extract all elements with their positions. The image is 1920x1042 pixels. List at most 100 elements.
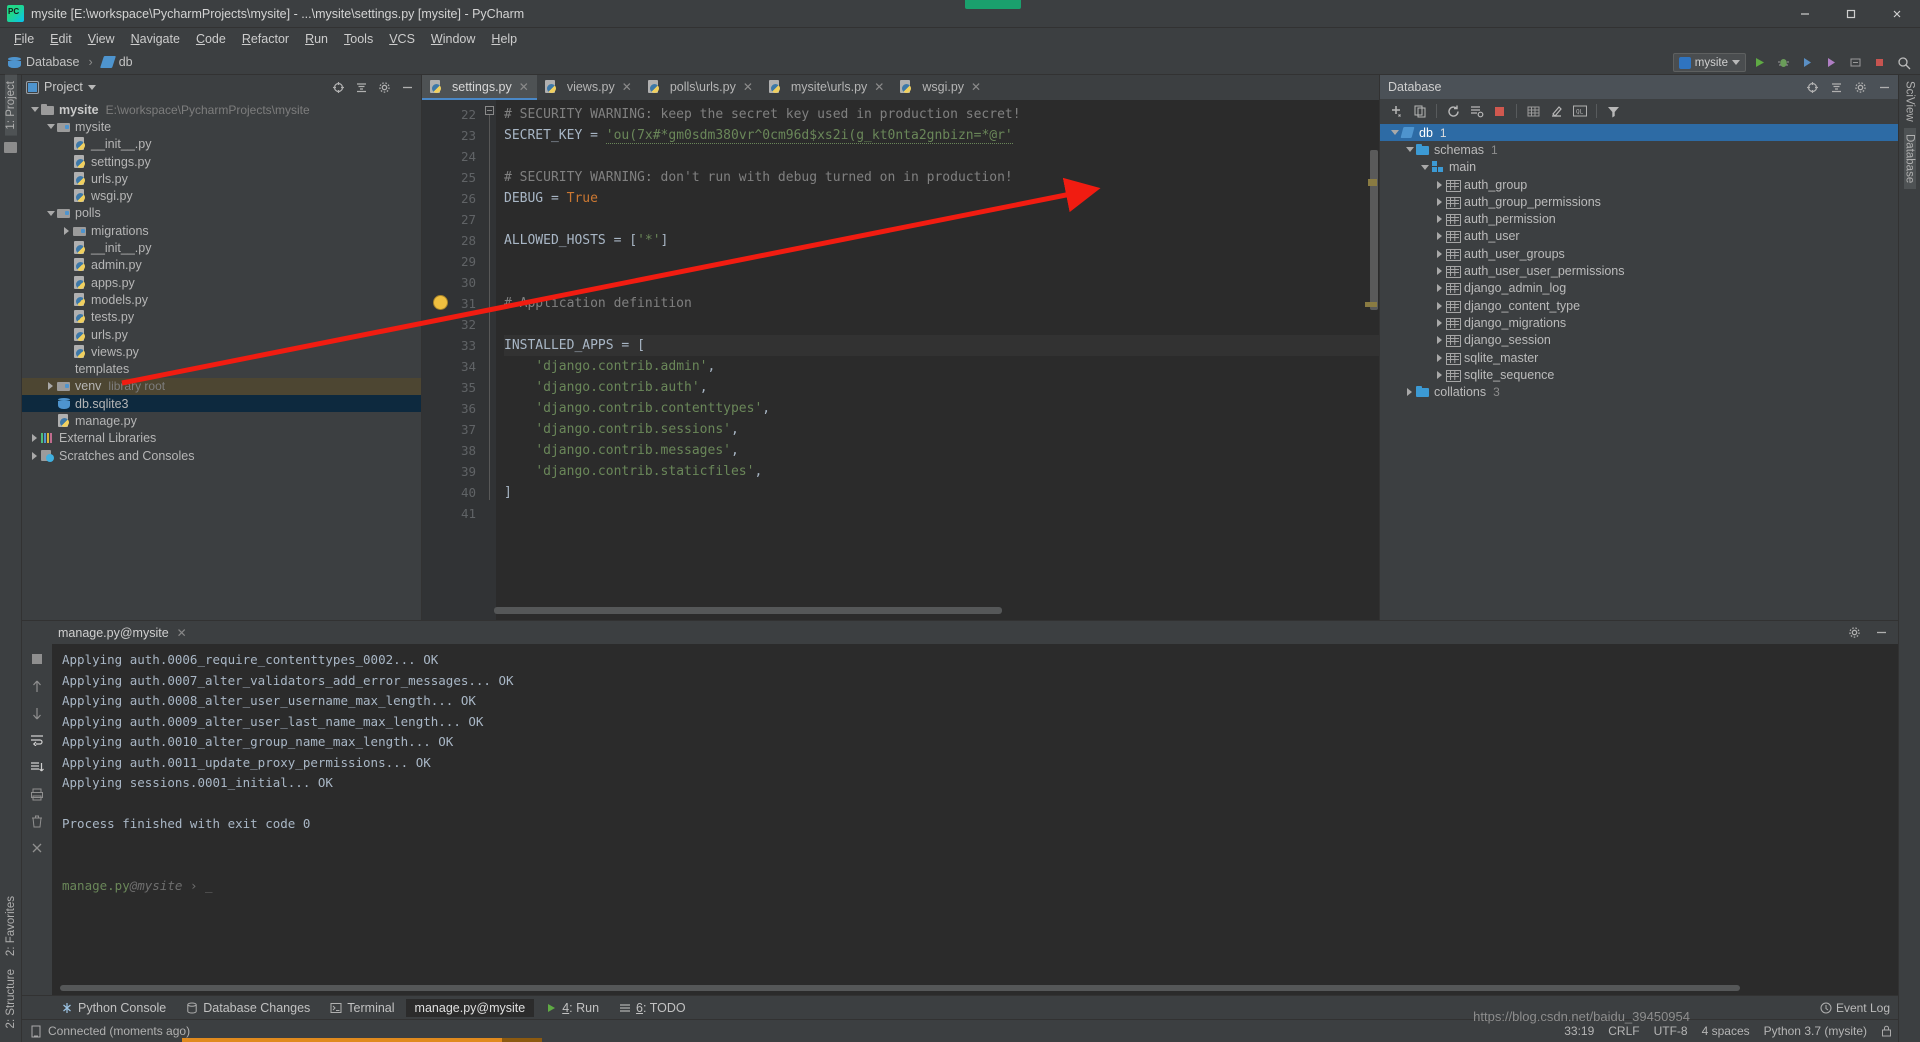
editor-tab[interactable]: views.py ✕ xyxy=(537,75,640,100)
event-log-button[interactable]: Event Log xyxy=(1820,1001,1890,1015)
editor-tab[interactable]: settings.py ✕ xyxy=(422,75,537,100)
chevron-down-icon[interactable] xyxy=(87,84,96,90)
tree-row[interactable]: settings.py xyxy=(22,153,421,170)
db-tree-row[interactable]: auth_group xyxy=(1380,176,1898,193)
coverage-icon[interactable] xyxy=(1797,52,1818,73)
gear-icon[interactable] xyxy=(1850,77,1871,98)
bottom-tab-python-console[interactable]: Python Console xyxy=(52,999,175,1017)
tree-row[interactable]: polls xyxy=(22,205,421,222)
tree-row[interactable]: __init__.py xyxy=(22,239,421,256)
menu-item-refactor[interactable]: Refactor xyxy=(234,30,297,48)
bottom-tab-manage-py-mysite[interactable]: manage.py@mysite xyxy=(405,998,535,1017)
sidebar-item-database[interactable]: Database xyxy=(1903,127,1916,189)
tree-right-arrow-icon[interactable] xyxy=(1433,267,1446,276)
sidebar-item-project[interactable]: 1: Project xyxy=(4,75,17,136)
search-everywhere-icon[interactable] xyxy=(1893,52,1914,73)
code-line[interactable]: ] xyxy=(504,482,1379,503)
tree-row[interactable]: urls.py xyxy=(22,170,421,187)
tree-row[interactable]: urls.py xyxy=(22,326,421,343)
code-line[interactable]: 'django.contrib.staticfiles', xyxy=(504,461,1379,482)
menu-item-file[interactable]: File xyxy=(6,30,42,48)
db-tree-row[interactable]: django_session xyxy=(1380,332,1898,349)
db-tree-row[interactable]: sqlite_master xyxy=(1380,349,1898,366)
bottom-tab-4-run[interactable]: 4: Run xyxy=(536,999,608,1017)
collapse-all-icon[interactable] xyxy=(1826,77,1847,98)
tree-right-arrow-icon[interactable] xyxy=(1433,353,1446,362)
console-prompt[interactable]: manage.py@mysite › _ xyxy=(62,876,1898,897)
tree-right-arrow-icon[interactable] xyxy=(1433,301,1446,310)
sync-schema-icon[interactable] xyxy=(1466,101,1487,122)
code-line[interactable] xyxy=(504,503,1379,524)
tree-right-arrow-icon[interactable] xyxy=(1433,318,1446,327)
indent-setting[interactable]: 4 spaces xyxy=(1702,1024,1750,1038)
menu-item-help[interactable]: Help xyxy=(483,30,525,48)
tree-down-arrow-icon[interactable] xyxy=(1388,130,1401,136)
hide-panel-icon[interactable] xyxy=(1871,622,1892,643)
run-tab-manage-py[interactable]: manage.py@mysite ✕ xyxy=(52,624,193,642)
tree-down-arrow-icon[interactable] xyxy=(28,107,41,113)
scroll-from-source-icon[interactable] xyxy=(328,77,349,98)
tree-right-arrow-icon[interactable] xyxy=(1433,249,1446,258)
sidebar-item-structure[interactable]: 2: Structure xyxy=(5,963,17,1034)
tree-row[interactable]: admin.py xyxy=(22,257,421,274)
code-line[interactable] xyxy=(504,314,1379,335)
editor-horizontal-scrollbar[interactable] xyxy=(494,607,1002,614)
db-tree-row[interactable]: main xyxy=(1380,159,1898,176)
code-line[interactable]: ALLOWED_HOSTS = ['*'] xyxy=(504,230,1379,251)
close-icon[interactable]: ✕ xyxy=(971,80,981,94)
tree-right-arrow-icon[interactable] xyxy=(28,434,41,443)
python-interpreter[interactable]: Python 3.7 (mysite) xyxy=(1764,1024,1867,1038)
code-line[interactable]: INSTALLED_APPS = [ xyxy=(504,335,1379,356)
gear-icon[interactable] xyxy=(1844,622,1865,643)
db-tree-row[interactable]: auth_user_groups xyxy=(1380,245,1898,262)
tree-right-arrow-icon[interactable] xyxy=(1433,215,1446,224)
code-line[interactable]: 'django.contrib.sessions', xyxy=(504,419,1379,440)
scroll-to-end-icon[interactable] xyxy=(28,758,46,776)
line-separator[interactable]: CRLF xyxy=(1608,1024,1639,1038)
tree-row[interactable]: mysite xyxy=(22,118,421,135)
refresh-icon[interactable] xyxy=(1443,101,1464,122)
tree-row[interactable]: venv library root xyxy=(22,377,421,396)
editor-tab[interactable]: mysite\urls.py ✕ xyxy=(761,75,892,100)
ql-console-icon[interactable]: QL xyxy=(1569,101,1590,122)
tree-row[interactable]: db.sqlite3 xyxy=(22,395,421,413)
run-configuration-selector[interactable]: mysite xyxy=(1672,53,1746,72)
print-icon[interactable] xyxy=(28,785,46,803)
down-the-stack-icon[interactable] xyxy=(28,704,46,722)
table-editor-icon[interactable] xyxy=(1523,101,1544,122)
code-line[interactable]: 'django.contrib.auth', xyxy=(504,377,1379,398)
tree-row[interactable]: __init__.py xyxy=(22,136,421,153)
profile-icon[interactable] xyxy=(1821,52,1842,73)
code-line[interactable] xyxy=(504,272,1379,293)
menu-item-run[interactable]: Run xyxy=(297,30,336,48)
close-icon[interactable]: ✕ xyxy=(874,80,884,94)
minimize-icon[interactable] xyxy=(1782,0,1828,28)
db-tree-row[interactable]: django_content_type xyxy=(1380,297,1898,314)
tree-right-arrow-icon[interactable] xyxy=(1433,336,1446,345)
close-icon[interactable]: ✕ xyxy=(622,80,632,94)
db-tree-row[interactable]: auth_group_permissions xyxy=(1380,193,1898,210)
db-tree-row[interactable]: db 1 xyxy=(1380,124,1898,142)
bottom-tab-terminal[interactable]: Terminal xyxy=(321,999,403,1017)
tree-right-arrow-icon[interactable] xyxy=(1433,180,1446,189)
tree-row[interactable]: templates xyxy=(22,360,421,377)
tree-row[interactable]: External Libraries xyxy=(22,430,421,447)
hide-panel-icon[interactable] xyxy=(1874,77,1895,98)
modify-table-icon[interactable] xyxy=(1546,101,1567,122)
menu-item-edit[interactable]: Edit xyxy=(42,30,80,48)
code-folding-column[interactable] xyxy=(484,100,496,620)
tree-row[interactable]: Scratches and Consoles xyxy=(22,447,421,464)
console-output[interactable]: Applying auth.0006_require_contenttypes_… xyxy=(52,644,1898,995)
console-horizontal-scrollbar[interactable] xyxy=(60,985,1740,991)
tree-right-arrow-icon[interactable] xyxy=(28,451,41,460)
tree-right-arrow-icon[interactable] xyxy=(60,226,73,235)
db-tree-row[interactable]: sqlite_sequence xyxy=(1380,366,1898,383)
lock-icon[interactable] xyxy=(1881,1025,1892,1037)
stop-icon[interactable] xyxy=(1869,52,1890,73)
tree-row[interactable]: tests.py xyxy=(22,309,421,326)
editor-vertical-scrollbar[interactable] xyxy=(1370,150,1378,310)
soft-wrap-icon[interactable] xyxy=(28,731,46,749)
menu-item-navigate[interactable]: Navigate xyxy=(123,30,188,48)
file-encoding[interactable]: UTF-8 xyxy=(1654,1024,1688,1038)
rerun-stop-icon[interactable] xyxy=(28,650,46,668)
